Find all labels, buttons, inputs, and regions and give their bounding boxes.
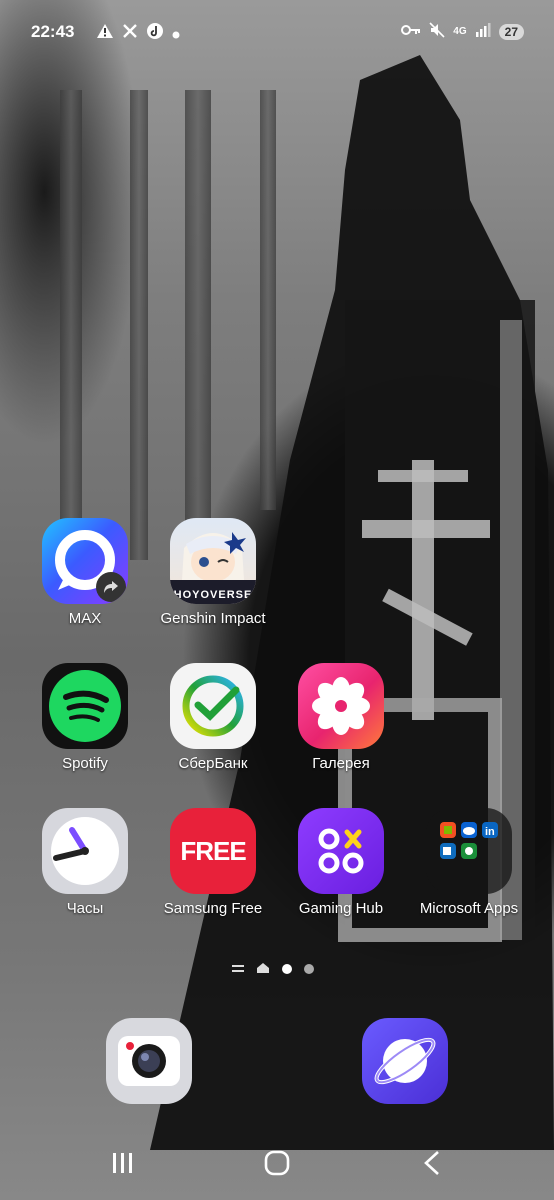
signal-icon xyxy=(475,23,491,40)
app-max[interactable]: MAX xyxy=(21,518,149,627)
clock-time: 22:43 xyxy=(31,22,75,41)
samsung-free-text: FREE xyxy=(180,835,246,866)
home-button[interactable] xyxy=(247,1140,307,1186)
navigation-bar xyxy=(0,1140,554,1186)
home-page-icon[interactable] xyxy=(256,961,270,979)
app-label: СберБанк xyxy=(178,755,248,772)
shortcut-share-icon xyxy=(96,572,126,602)
internet-icon[interactable] xyxy=(362,1018,448,1104)
app-genshin-impact[interactable]: HOYOVERSE Genshin Impact xyxy=(149,518,277,627)
battery-indicator: 27 xyxy=(498,23,524,40)
app-gaming-hub[interactable]: Gaming Hub xyxy=(277,808,405,917)
max-icon xyxy=(42,518,128,604)
notification-dot-icon xyxy=(172,24,180,44)
app-label: Spotify xyxy=(62,755,108,772)
page-indicator[interactable] xyxy=(232,961,314,979)
app-label: Samsung Free xyxy=(163,900,263,917)
app-sberbank[interactable]: СберБанк xyxy=(149,663,277,772)
svg-text:in: in xyxy=(485,826,495,838)
folder-microsoft-apps[interactable]: in Microsoft Apps xyxy=(405,808,533,917)
home-icon xyxy=(264,1150,290,1176)
status-bar: 22:43 4G 27 xyxy=(0,18,554,46)
app-label: Genshin Impact xyxy=(160,610,266,627)
music-icon xyxy=(146,22,164,45)
app-label: Gaming Hub xyxy=(298,900,384,917)
app-label: MAX xyxy=(68,610,102,627)
back-button[interactable] xyxy=(402,1140,462,1186)
mute-icon xyxy=(429,22,445,41)
recents-button[interactable] xyxy=(93,1140,153,1186)
back-icon xyxy=(424,1151,439,1175)
gaming-hub-icon xyxy=(298,808,384,894)
folder-label: Microsoft Apps xyxy=(419,900,519,917)
samsung-free-icon: FREE xyxy=(170,808,256,894)
app-label: Часы xyxy=(66,900,104,917)
app-gallery[interactable]: Галерея xyxy=(277,663,405,772)
vpn-key-icon xyxy=(401,24,421,39)
x-icon xyxy=(122,23,138,44)
microsoft-apps-folder-icon: in xyxy=(426,808,512,894)
warning-icon xyxy=(96,23,114,44)
app-samsung-free[interactable]: FREE Samsung Free xyxy=(149,808,277,917)
genshin-banner: HOYOVERSE xyxy=(173,589,253,601)
gallery-icon xyxy=(298,663,384,749)
clock-icon xyxy=(42,808,128,894)
recents-icon xyxy=(113,1153,132,1173)
sberbank-icon xyxy=(170,663,256,749)
app-clock[interactable]: Часы xyxy=(21,808,149,917)
genshin-icon: HOYOVERSE xyxy=(170,518,256,604)
app-label: Галерея xyxy=(312,755,370,772)
camera-icon[interactable] xyxy=(106,1018,192,1104)
spotify-icon xyxy=(42,663,128,749)
page-dot-active[interactable] xyxy=(282,961,292,979)
4g-icon: 4G xyxy=(453,25,467,37)
page-dot[interactable] xyxy=(304,961,314,979)
app-spotify[interactable]: Spotify xyxy=(21,663,149,772)
menu-page-icon[interactable] xyxy=(232,961,244,979)
